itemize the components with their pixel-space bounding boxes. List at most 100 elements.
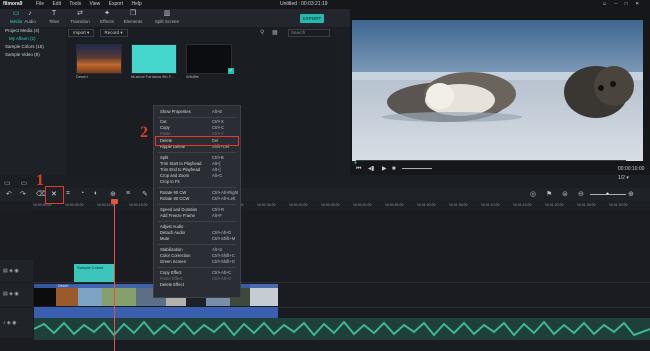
crop-icon[interactable]: ⌗ [66, 190, 70, 198]
tab-transition[interactable]: ⇄ Transition [66, 9, 94, 27]
preview-controls: ● ⏮ ◂▮ ▶ ■ 00:00:10:00 1/2 ▾ [350, 160, 650, 181]
sidebar-item-project-media[interactable]: Project Media (4) [0, 27, 66, 35]
ruler-label: 00:01:15:00 [513, 203, 532, 207]
ruler-label: 00:01:10:00 [481, 203, 500, 207]
audio-waveform-clip[interactable] [34, 318, 650, 340]
menu-file[interactable]: File [36, 1, 44, 7]
playhead-handle[interactable] [111, 199, 118, 204]
speed-icon[interactable]: ◔ [80, 190, 84, 197]
grid-view-icon[interactable]: ▦ [272, 29, 278, 37]
new-folder-icon[interactable]: ▭ [4, 180, 11, 187]
record-voice-icon[interactable]: ✎ [142, 190, 148, 198]
export-button[interactable]: EXPORT [300, 14, 324, 23]
title-clip-label: Sample Colors [77, 265, 104, 270]
folder-icon[interactable]: ▭ [21, 180, 28, 187]
menu-help[interactable]: Help [131, 1, 141, 7]
ruler-label: 00:00:35:00 [257, 203, 276, 207]
ruler-label: 00:00:15:00 [129, 203, 148, 207]
mic-icon[interactable]: ⊜ [562, 190, 568, 198]
tab-titles[interactable]: T Titles [40, 9, 68, 27]
play-icon[interactable]: ▶ [382, 163, 387, 175]
track-header-video: ▤ ◈ ◉ [0, 283, 33, 307]
menu-edit[interactable]: Edit [52, 1, 61, 7]
playhead[interactable] [114, 200, 115, 351]
preview-scrubber[interactable] [356, 160, 626, 161]
step-back-icon[interactable]: ◂▮ [368, 163, 374, 175]
sidebar-item-my-album[interactable]: My Album (2) [0, 35, 66, 43]
sidebar-item-sample-video[interactable]: Sample Video (8) [0, 51, 66, 59]
skip-back-icon[interactable]: ⏮ [356, 163, 361, 175]
media-label-musical: Musical Fantasia 9th F... [131, 74, 175, 79]
track-header-title: ▤ ◈ ◉ [0, 260, 33, 282]
close-icon[interactable]: ✕ [635, 1, 639, 7]
tab-effects[interactable]: ✦ Effects [93, 9, 121, 27]
menu-separator [158, 204, 236, 205]
media-toolbar: Import ▾ Record ▾ ⚲ ▦ Search [68, 29, 332, 37]
menu-item-rotate-ccw[interactable]: Rotate 90 CCW Ctrl+Alt+Left [160, 196, 236, 202]
preview-video [352, 20, 643, 161]
library-sidebar: Project Media (4) My Album (2) Sample Co… [0, 27, 66, 175]
menu-tools[interactable]: Tools [69, 1, 81, 7]
maximize-icon[interactable]: □ [625, 1, 628, 7]
menu-view[interactable]: View [89, 1, 100, 7]
media-thumb-musical[interactable] [131, 44, 177, 74]
step-number-2: 2 [140, 124, 148, 141]
title-track-icon: ▤ ◈ ◉ [3, 268, 19, 274]
color-icon[interactable]: ◐ [94, 190, 98, 197]
ruler-label: 00:01:05:00 [449, 203, 468, 207]
timeline-ruler[interactable]: 00:00:00:00 00:00:05:00 00:00:10:00 00:0… [33, 202, 650, 211]
volume-slider[interactable] [402, 168, 432, 169]
marker-icon[interactable]: ⚑ [546, 190, 552, 198]
media-thumb-desert[interactable] [76, 44, 122, 74]
record-dropdown[interactable]: Record ▾ [99, 29, 128, 37]
track-header-audio: ♪ ◈ ◉ [0, 308, 33, 338]
media-thumb-wildlife[interactable] [186, 44, 232, 74]
ruler-label: 00:00:40:00 [289, 203, 308, 207]
audio-mixer-icon[interactable]: ≡ [126, 190, 130, 197]
transition-icon: ⇄ [77, 10, 83, 17]
menu-item-mute[interactable]: Mute Ctrl+Shift+M [160, 236, 236, 242]
search-input[interactable]: Search [288, 29, 330, 37]
sidebar-item-sample-colors[interactable]: Sample Colors (15) [0, 43, 66, 51]
zoom-dropdown[interactable]: 1/2 ▾ [618, 172, 629, 184]
window-controls: ☺ – □ ✕ [596, 0, 639, 9]
menu-bar: File Edit Tools View Export Help [36, 0, 149, 9]
media-label-desert: Desert [76, 74, 88, 79]
title-bar: filmora9 File Edit Tools View Export Hel… [0, 0, 650, 9]
stop-icon[interactable]: ■ [392, 163, 396, 175]
title-clip[interactable]: Sample Colors [74, 264, 115, 282]
top-tabs: ▭ Media ♪ Audio T Titles ⇄ Transition ✦ Effec… [0, 9, 350, 27]
ruler-label: 00:00:05:00 [65, 203, 84, 207]
account-icon[interactable]: ☺ [602, 1, 607, 7]
menu-item-freeze-frame[interactable]: Add Freeze Frame Alt+F [160, 213, 236, 219]
menu-separator [158, 267, 236, 268]
filter-icon[interactable]: ⚲ [260, 29, 264, 37]
minimize-icon[interactable]: – [615, 1, 618, 7]
tab-elements[interactable]: ❒ Elements [119, 9, 147, 27]
ruler-label: 00:00:45:00 [321, 203, 340, 207]
zoom-in-icon[interactable]: ⊕ [628, 190, 634, 198]
menu-separator [158, 187, 236, 188]
menu-separator [158, 244, 236, 245]
menu-item-delete-effect[interactable]: Delete Effect [160, 282, 236, 288]
menu-separator [158, 117, 236, 118]
delete-highlight-box [155, 136, 239, 146]
menu-item-crop-to-fit[interactable]: Crop to Fit [160, 179, 236, 185]
import-dropdown[interactable]: Import ▾ [68, 29, 95, 37]
undo-icon[interactable]: ↶ [6, 190, 12, 198]
video-clip-label: Desert [58, 284, 69, 288]
tab-split-screen[interactable]: ▥ Split Screen [149, 9, 185, 27]
menu-separator [158, 221, 236, 222]
render-icon[interactable]: ◎ [530, 190, 536, 198]
ruler-label: 00:01:00:00 [417, 203, 436, 207]
zoom-handle-icon[interactable]: ● [606, 191, 609, 197]
effects-icon: ✦ [104, 10, 110, 17]
menu-item-green-screen[interactable]: Green Screen Ctrl+Shift+G [160, 259, 236, 265]
menu-item-show-properties[interactable]: Show Properties Alt+E [160, 109, 236, 115]
ruler-label: 00:01:25:00 [577, 203, 596, 207]
green-screen-icon[interactable]: ⊕ [110, 190, 116, 198]
window-title: Untitled : 00:03:21:19 [280, 1, 328, 7]
menu-export[interactable]: Export [109, 1, 123, 7]
zoom-out-icon[interactable]: ⊖ [578, 190, 584, 198]
redo-icon[interactable]: ↷ [20, 190, 26, 198]
